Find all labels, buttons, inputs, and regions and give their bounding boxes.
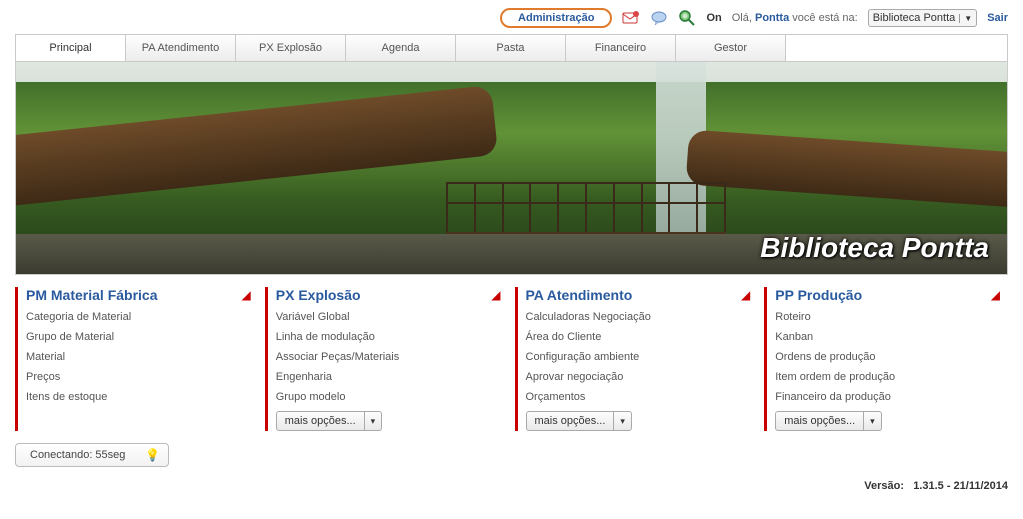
version-value: 1.31.5 - 21/11/2014 bbox=[913, 480, 1008, 492]
library-select-label: Biblioteca Pontta bbox=[873, 12, 956, 24]
admin-highlight: Administração bbox=[500, 8, 612, 28]
status-text: Conectando: 55seg bbox=[30, 449, 125, 461]
search-icon[interactable] bbox=[678, 9, 696, 27]
module-link[interactable]: Área do Cliente bbox=[526, 331, 751, 343]
chat-icon[interactable] bbox=[650, 9, 668, 27]
module-link[interactable]: Itens de estoque bbox=[26, 391, 251, 403]
status-row: Conectando: 55seg 💡 bbox=[0, 437, 1023, 471]
more-options-label: mais opções... bbox=[277, 412, 365, 430]
chevron-down-icon: ▾ bbox=[864, 413, 881, 430]
connection-status: Conectando: 55seg 💡 bbox=[15, 443, 169, 467]
tab-financeiro[interactable]: Financeiro bbox=[566, 35, 676, 61]
lightbulb-icon[interactable]: 💡 bbox=[145, 448, 160, 462]
admin-link[interactable]: Administração bbox=[512, 10, 600, 26]
collapse-icon[interactable]: ◢ bbox=[491, 288, 500, 302]
version-label: Versão: bbox=[864, 480, 904, 492]
module-link[interactable]: Material bbox=[26, 351, 251, 363]
module-link[interactable]: Engenharia bbox=[276, 371, 501, 383]
modules-row: PM Material Fábrica ◢ Categoria de Mater… bbox=[0, 275, 1023, 437]
online-status: On bbox=[706, 12, 721, 24]
module-links: Categoria de Material Grupo de Material … bbox=[26, 311, 251, 403]
tab-agenda[interactable]: Agenda bbox=[346, 35, 456, 61]
more-options-button[interactable]: mais opções... ▾ bbox=[276, 411, 382, 431]
chevron-down-icon: ▾ bbox=[365, 413, 382, 430]
chevron-down-icon: ▾ bbox=[614, 413, 631, 430]
more-options-button[interactable]: mais opções... ▾ bbox=[526, 411, 632, 431]
user-name: Pontta bbox=[755, 12, 789, 24]
module-link[interactable]: Variável Global bbox=[276, 311, 501, 323]
more-options-label: mais opções... bbox=[527, 412, 615, 430]
mail-icon[interactable] bbox=[622, 9, 640, 27]
module-links: Calculadoras Negociação Área do Cliente … bbox=[526, 311, 751, 403]
tabs-filler bbox=[786, 35, 1007, 61]
module-link[interactable]: Financeiro da produção bbox=[775, 391, 1000, 403]
module-link[interactable]: Linha de modulação bbox=[276, 331, 501, 343]
more-options-button[interactable]: mais opções... ▾ bbox=[775, 411, 881, 431]
tabs: Principal PA Atendimento PX Explosão Age… bbox=[15, 34, 1008, 62]
more-options-label: mais opções... bbox=[776, 412, 864, 430]
module-link[interactable]: Aprovar negociação bbox=[526, 371, 751, 383]
tab-px-explosao[interactable]: PX Explosão bbox=[236, 35, 346, 61]
module-link[interactable]: Grupo modelo bbox=[276, 391, 501, 403]
library-select[interactable]: Biblioteca Pontta ▼ bbox=[868, 9, 977, 27]
greeting: Olá, Pontta você está na: bbox=[732, 12, 858, 24]
module-link[interactable]: Orçamentos bbox=[526, 391, 751, 403]
collapse-icon[interactable]: ◢ bbox=[741, 288, 750, 302]
module-links: Roteiro Kanban Ordens de produção Item o… bbox=[775, 311, 1000, 403]
module-title: PX Explosão bbox=[276, 287, 361, 303]
module-link[interactable]: Item ordem de produção bbox=[775, 371, 1000, 383]
tab-principal[interactable]: Principal bbox=[16, 35, 126, 61]
collapse-icon[interactable]: ◢ bbox=[991, 288, 1000, 302]
top-bar: Administração On Olá, Pontta você está n… bbox=[0, 0, 1023, 34]
module-title: PM Material Fábrica bbox=[26, 287, 158, 303]
module-link[interactable]: Kanban bbox=[775, 331, 1000, 343]
tab-pasta[interactable]: Pasta bbox=[456, 35, 566, 61]
module-link[interactable]: Categoria de Material bbox=[26, 311, 251, 323]
module-link[interactable]: Ordens de produção bbox=[775, 351, 1000, 363]
banner-image: Biblioteca Pontta bbox=[15, 62, 1008, 275]
collapse-icon[interactable]: ◢ bbox=[242, 288, 251, 302]
tab-gestor[interactable]: Gestor bbox=[676, 35, 786, 61]
module-link[interactable]: Associar Peças/Materiais bbox=[276, 351, 501, 363]
module-pm-material: PM Material Fábrica ◢ Categoria de Mater… bbox=[15, 287, 259, 431]
module-links: Variável Global Linha de modulação Assoc… bbox=[276, 311, 501, 403]
module-link[interactable]: Configuração ambiente bbox=[526, 351, 751, 363]
logout-link[interactable]: Sair bbox=[987, 12, 1008, 24]
greeting-prefix: Olá, bbox=[732, 12, 752, 24]
module-pa-atendimento: PA Atendimento ◢ Calculadoras Negociação… bbox=[515, 287, 759, 431]
footer: Versão: 1.31.5 - 21/11/2014 bbox=[0, 471, 1023, 502]
banner-bridge bbox=[446, 182, 726, 242]
greeting-suffix: você está na: bbox=[792, 12, 857, 24]
module-link[interactable]: Grupo de Material bbox=[26, 331, 251, 343]
module-px-explosao: PX Explosão ◢ Variável Global Linha de m… bbox=[265, 287, 509, 431]
module-title: PA Atendimento bbox=[526, 287, 633, 303]
module-link[interactable]: Preços bbox=[26, 371, 251, 383]
module-link[interactable]: Calculadoras Negociação bbox=[526, 311, 751, 323]
module-title: PP Produção bbox=[775, 287, 862, 303]
module-link[interactable]: Roteiro bbox=[775, 311, 1000, 323]
module-pp-producao: PP Produção ◢ Roteiro Kanban Ordens de p… bbox=[764, 287, 1008, 431]
tabs-container: Principal PA Atendimento PX Explosão Age… bbox=[0, 34, 1023, 62]
banner-title: Biblioteca Pontta bbox=[760, 232, 989, 264]
banner-container: Biblioteca Pontta bbox=[0, 62, 1023, 275]
chevron-down-icon: ▼ bbox=[959, 14, 972, 23]
tab-pa-atendimento[interactable]: PA Atendimento bbox=[126, 35, 236, 61]
